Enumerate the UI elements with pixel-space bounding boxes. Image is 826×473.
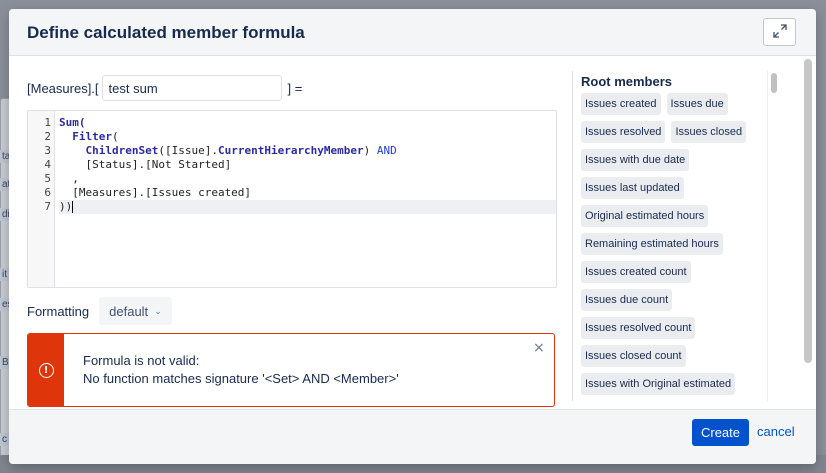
error-sidebar: ! — [28, 334, 64, 406]
member-row: Issues closed count — [581, 345, 769, 367]
formatting-label: Formatting — [27, 303, 90, 319]
code-token: Filter — [72, 130, 112, 143]
member-chip[interactable]: Issues resolved count — [581, 317, 696, 339]
member-list-scrollbar[interactable] — [767, 71, 779, 401]
member-chip[interactable]: Issues closed — [671, 121, 747, 143]
formatting-select[interactable]: default ⌄ — [99, 297, 172, 325]
code-token: ( — [112, 130, 119, 143]
expand-button[interactable] — [763, 18, 796, 46]
member-chip[interactable]: Original estimated hours — [581, 205, 709, 227]
create-button[interactable]: Create — [692, 419, 749, 446]
member-chip[interactable]: Issues created — [581, 93, 661, 115]
chevron-down-icon: ⌄ — [154, 305, 162, 316]
line-number: 2 — [44, 130, 51, 143]
member-name-input[interactable] — [101, 75, 282, 101]
member-chip[interactable]: Issues last updated — [581, 177, 684, 199]
member-row: Issues with due date — [581, 149, 769, 171]
formatting-value: default — [109, 303, 149, 319]
member-row: Issues created count — [581, 261, 769, 283]
text-cursor — [72, 201, 74, 213]
error-text: No function matches signature '<Set> AND… — [83, 371, 399, 386]
code-token: CurrentHierarchyMember — [217, 144, 364, 157]
member-chip[interactable]: Issues closed count — [581, 345, 686, 367]
code-line: ChildrenSet([Issue].CurrentHierarchyMemb… — [59, 144, 556, 158]
member-row: Issues resolved count — [581, 317, 769, 339]
formula-editor[interactable]: 1234567 Sum( Filter( ChildrenSet([Issue]… — [27, 110, 557, 288]
member-chip[interactable]: Issues with Original estimated — [581, 373, 736, 395]
member-row: Issues due count — [581, 289, 769, 311]
code-token: ) — [363, 144, 377, 157]
line-number: 4 — [44, 158, 51, 171]
root-members-title: Root members — [581, 74, 673, 89]
code-token: AND — [376, 144, 397, 157]
dialog-footer: Create cancel — [9, 409, 816, 464]
code-token: , — [59, 172, 79, 185]
background-text: it — [0, 268, 9, 281]
formatting-row: Formatting default ⌄ — [27, 297, 172, 325]
line-number: 5 — [44, 172, 51, 185]
error-circle-icon: ! — [38, 362, 54, 378]
background-text: c — [0, 433, 9, 446]
close-icon[interactable]: × — [533, 340, 545, 356]
code-token: [Measures].[Issues created] — [59, 186, 252, 199]
line-number-gutter: 1234567 — [28, 111, 55, 287]
line-number: 1 — [44, 116, 51, 129]
dialog-header: Define calculated member formula — [9, 9, 816, 56]
expand-arrows-icon — [772, 23, 787, 41]
code-line: [Measures].[Issues created] — [59, 186, 556, 200]
member-chip[interactable]: Issues resolved — [581, 121, 666, 143]
code-line: , — [59, 172, 556, 186]
dialog-title: Define calculated member formula — [27, 23, 305, 42]
code-token: Sum( — [59, 116, 86, 129]
code-token: )) — [59, 200, 73, 213]
name-prefix: [Measures].[ — [27, 80, 99, 96]
scrollbar-thumb[interactable] — [804, 59, 812, 363]
error-message-box: ! Formula is not valid: No function matc… — [27, 333, 555, 407]
code-line: )) — [59, 200, 556, 214]
member-row: Issues last updated — [581, 177, 769, 199]
cancel-link[interactable]: cancel — [757, 424, 795, 439]
code-token: [Status].[Not Started] — [59, 158, 232, 171]
member-chip[interactable]: Issues due — [666, 93, 728, 115]
formula-dialog: Define calculated member formula [Measur… — [9, 9, 816, 464]
line-number: 3 — [44, 144, 51, 157]
member-chip[interactable]: Issues with due date — [581, 149, 690, 171]
code-line: [Status].[Not Started] — [59, 158, 556, 172]
root-members-panel: Root members Issues created Issues due Iss… — [572, 71, 786, 401]
member-row: Issues resolved Issues closed — [581, 121, 769, 143]
dialog-scrollbar[interactable] — [800, 56, 816, 408]
code-line: Sum( — [59, 116, 556, 130]
scrollbar-thumb[interactable] — [771, 73, 777, 93]
member-name-row: [Measures].[ ] = — [27, 75, 302, 101]
code-token: ChildrenSet — [85, 144, 159, 157]
member-chip[interactable]: Issues due count — [581, 289, 673, 311]
member-row: Original estimated hours — [581, 205, 769, 227]
line-number: 6 — [44, 186, 51, 199]
member-chip[interactable]: Remaining estimated hours — [581, 233, 723, 255]
code-token: ([Issue]. — [158, 144, 218, 157]
member-list: Issues created Issues due Issues resolved I… — [581, 93, 769, 401]
error-title: Formula is not valid: — [83, 353, 200, 368]
member-row: Issues created Issues due — [581, 93, 769, 115]
member-row: Remaining estimated hours — [581, 233, 769, 255]
name-suffix: ] = — [287, 80, 303, 96]
code-line: Filter( — [59, 130, 556, 144]
line-number: 7 — [44, 200, 51, 213]
member-row: Issues with Original estimated — [581, 373, 769, 395]
member-chip[interactable]: Issues created count — [581, 261, 691, 283]
